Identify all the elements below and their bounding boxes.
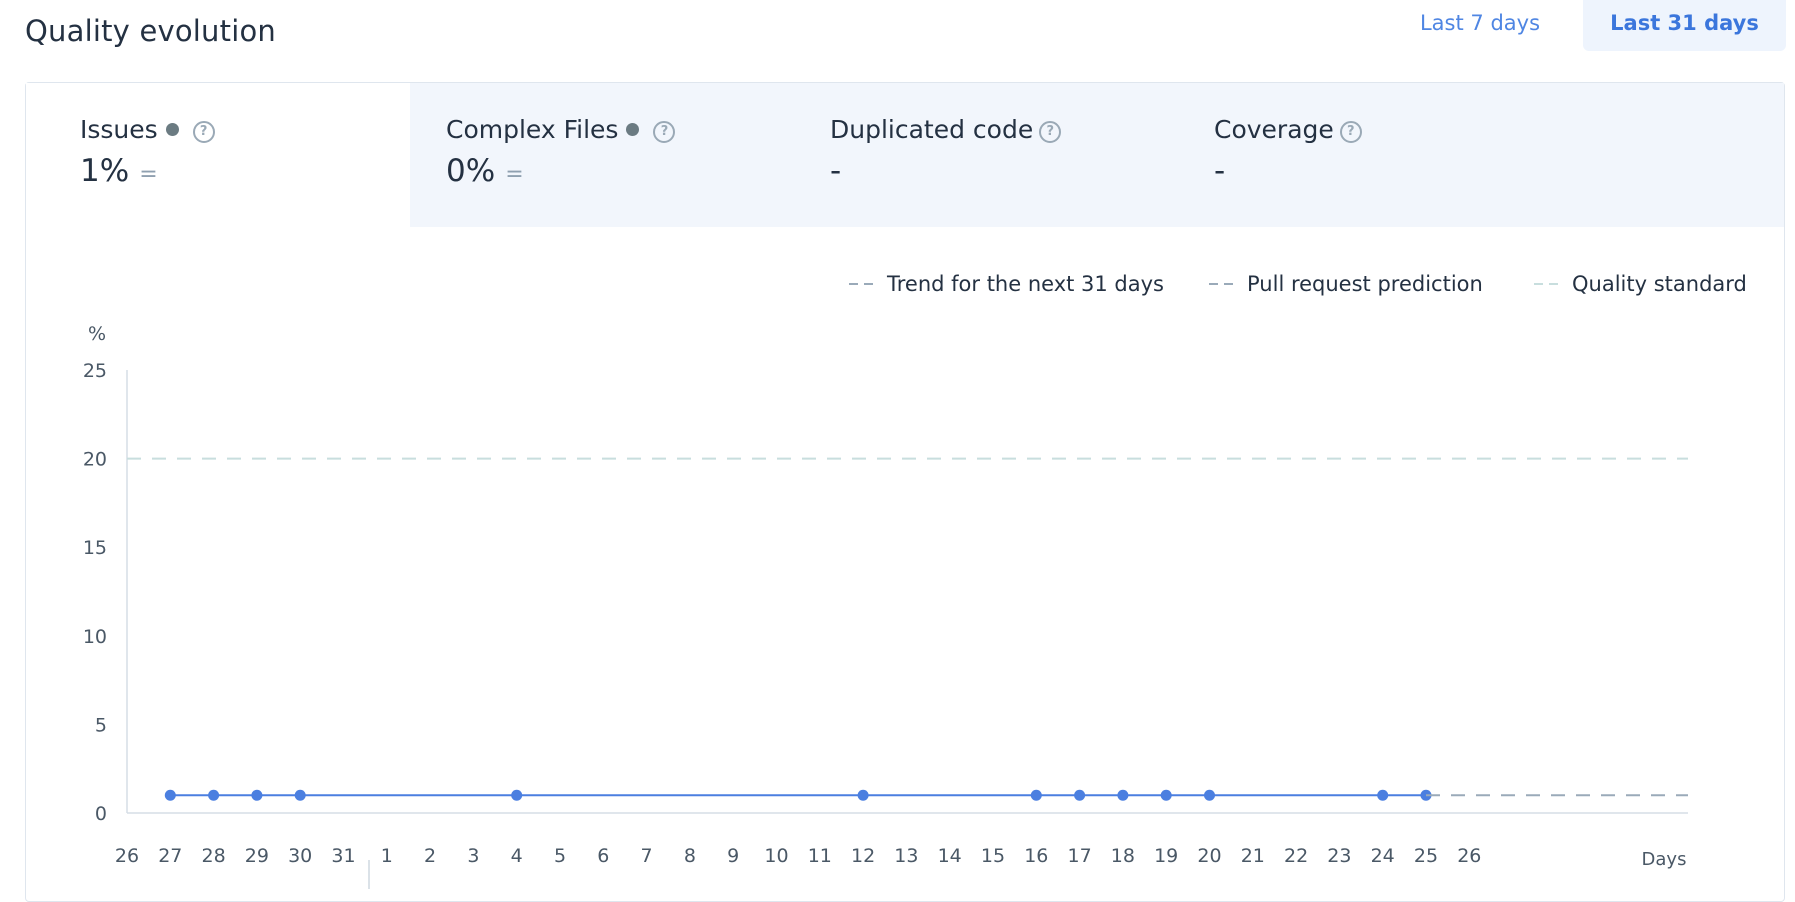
data-point xyxy=(1377,789,1389,801)
x-tick-label: 20 xyxy=(1197,845,1221,867)
x-tick-label: 11 xyxy=(808,845,832,867)
data-point xyxy=(857,789,869,801)
x-tick-label: 17 xyxy=(1068,845,1092,867)
x-tick-label: 16 xyxy=(1024,845,1048,867)
x-tick-label: 26 xyxy=(1457,845,1481,867)
x-tick-label: 19 xyxy=(1154,845,1178,867)
x-tick-label: 4 xyxy=(511,845,523,867)
x-tick-label: 29 xyxy=(245,845,269,867)
y-axis-label: % xyxy=(88,323,106,345)
data-point xyxy=(1204,789,1215,801)
x-tick-label: 26 xyxy=(115,845,139,867)
x-axis-label: Days xyxy=(1642,849,1687,870)
x-tick-label: 13 xyxy=(894,845,918,867)
x-tick-label: 31 xyxy=(331,845,355,867)
x-tick-label: 5 xyxy=(554,845,566,867)
x-tick-label: 22 xyxy=(1284,845,1308,867)
quality-evolution-page: Quality evolution Last 7 days Last 31 da… xyxy=(0,0,1795,902)
x-tick-label: 6 xyxy=(597,845,609,867)
x-tick-label: 10 xyxy=(764,845,788,867)
x-tick-label: 9 xyxy=(727,845,739,867)
x-tick-label: 27 xyxy=(158,845,182,867)
x-tick-label: 1 xyxy=(381,845,393,867)
y-tick-label: 15 xyxy=(83,537,107,559)
data-point xyxy=(294,789,306,801)
data-point xyxy=(1074,789,1086,801)
data-point xyxy=(1117,789,1129,801)
x-tick-label: 2 xyxy=(424,845,436,867)
x-tick-label: 28 xyxy=(202,845,226,867)
data-point xyxy=(1030,789,1042,801)
x-tick-label: 23 xyxy=(1327,845,1351,867)
x-tick-label: 8 xyxy=(684,845,696,867)
x-tick-label: 12 xyxy=(851,845,875,867)
x-tick-label: 14 xyxy=(938,845,962,867)
x-tick-label: 18 xyxy=(1111,845,1135,867)
data-point xyxy=(164,789,176,801)
y-tick-label: 5 xyxy=(95,714,107,736)
data-point xyxy=(208,789,220,801)
x-tick-label: 24 xyxy=(1371,845,1395,867)
x-tick-label: 30 xyxy=(288,845,312,867)
line-chart: 2520151050%Days26 27 28 29 30 31 1 2 3 4 5 6 7 8 9 10 11… xyxy=(83,323,1688,889)
y-tick-label: 25 xyxy=(83,360,107,382)
data-point xyxy=(251,789,263,801)
x-tick-label: 25 xyxy=(1414,845,1438,867)
data-point xyxy=(1160,789,1172,801)
y-tick-label: 20 xyxy=(83,449,107,471)
x-tick-label: 21 xyxy=(1241,845,1265,867)
y-tick-label: 0 xyxy=(95,803,107,825)
x-tick-label: 3 xyxy=(467,845,479,867)
y-tick-label: 10 xyxy=(83,626,107,648)
x-tick-label: 7 xyxy=(641,845,653,867)
data-point xyxy=(511,789,523,801)
x-tick-label: 15 xyxy=(981,845,1005,867)
